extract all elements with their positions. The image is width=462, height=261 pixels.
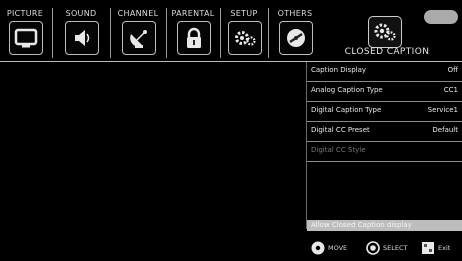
ok-button-icon <box>366 241 380 255</box>
tab-setup-label: SETUP <box>230 9 258 18</box>
hint-move-label: MOVE <box>328 244 348 252</box>
menu-item-digital-caption-type[interactable]: Digital Caption Type Service1 <box>307 102 462 122</box>
tv-icon <box>9 21 43 55</box>
menu-item-caption-display[interactable]: Caption Display Off <box>307 62 462 82</box>
tab-channel-label: CHANNEL <box>117 9 159 18</box>
help-status-bar: Allow Closed Caption display <box>307 220 462 231</box>
tab-sound[interactable]: SOUND <box>54 0 108 62</box>
hint-move: MOVE <box>311 240 353 256</box>
help-text: Allow Closed Caption display <box>311 221 412 229</box>
closed-caption-menu: Caption Display Off Analog Caption Type … <box>307 62 462 162</box>
hint-exit-label: Exit <box>438 244 451 252</box>
tab-separator <box>268 8 269 58</box>
tab-picture[interactable]: PICTURE <box>2 0 48 62</box>
hint-exit: Exit <box>421 240 459 256</box>
menu-item-label: Analog Caption Type <box>311 86 383 94</box>
satellite-dish-icon <box>122 21 156 55</box>
tab-parental-label: PARENTAL <box>171 9 215 18</box>
section-title: CLOSED CAPTION <box>344 47 430 57</box>
disc-icon <box>279 21 313 55</box>
hint-select: SELECT <box>366 240 414 256</box>
tab-others[interactable]: OTHERS <box>270 0 320 62</box>
top-menu-bar: PICTURE SOUND CHANNEL PARENTAL SETUP OTH… <box>0 0 462 62</box>
dpad-icon <box>311 241 325 255</box>
speaker-icon <box>65 21 99 55</box>
menu-item-analog-caption-type[interactable]: Analog Caption Type CC1 <box>307 82 462 102</box>
tab-separator <box>220 8 221 58</box>
menu-item-digital-cc-preset[interactable]: Digital CC Preset Default <box>307 122 462 142</box>
tab-separator <box>52 8 53 58</box>
gears-icon <box>228 21 262 55</box>
menu-item-value: Service1 <box>427 106 458 114</box>
exit-key-icon <box>422 242 434 254</box>
closed-caption-section-icon <box>368 16 402 48</box>
tab-sound-label: SOUND <box>65 9 97 18</box>
menu-item-value: CC1 <box>443 86 458 94</box>
tab-channel[interactable]: CHANNEL <box>112 0 164 62</box>
menu-item-value: Default <box>432 126 458 134</box>
tab-separator <box>166 8 167 58</box>
tab-setup[interactable]: SETUP <box>222 0 266 62</box>
lock-icon <box>177 21 211 55</box>
tab-others-label: OTHERS <box>277 9 313 18</box>
hint-select-label: SELECT <box>383 244 408 252</box>
menu-item-label: Digital CC Style <box>311 146 366 154</box>
menu-item-label: Digital Caption Type <box>311 106 382 114</box>
tab-separator <box>110 8 111 58</box>
brand-logo <box>424 10 458 24</box>
tab-parental[interactable]: PARENTAL <box>168 0 218 62</box>
menu-item-value: Off <box>447 66 458 74</box>
menu-item-label: Caption Display <box>311 66 367 74</box>
menu-item-digital-cc-style[interactable]: Digital CC Style <box>307 142 462 162</box>
menu-item-label: Digital CC Preset <box>311 126 370 134</box>
tab-picture-label: PICTURE <box>6 9 44 18</box>
